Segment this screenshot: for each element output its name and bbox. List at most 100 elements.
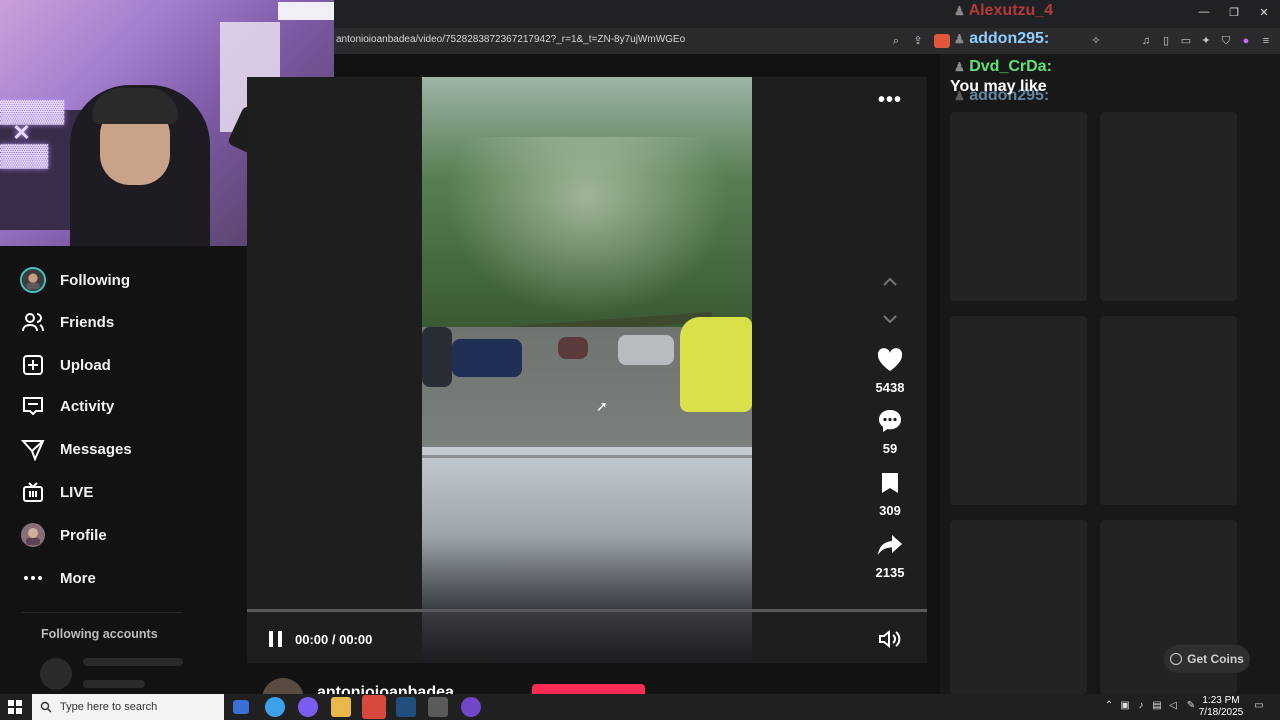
chat-message: ♟ Dvd_CrDa: [954,58,1052,76]
menu-icon[interactable]: ≡ [1258,34,1274,48]
speaker-icon[interactable]: ◁ [1166,700,1180,711]
air-conditioner [278,2,334,20]
heart-icon [876,346,904,374]
copilot-icon[interactable] [265,697,285,717]
video-frame[interactable] [422,77,752,663]
skeleton-line [83,680,145,688]
video-progress-bar[interactable] [247,609,927,612]
save-count: 309 [879,503,901,518]
friends-icon [20,309,46,335]
clock-date: 7/18/2025 [1198,707,1244,718]
sidebar-item-label: Messages [60,440,132,458]
chevron-down-icon [883,315,897,324]
chat-username: Alexutzu_4 [968,2,1054,19]
volume-icon [879,629,901,649]
vpn-icon[interactable]: ⛉ [1218,34,1234,48]
skeleton-avatar [40,658,72,690]
suggested-video-tile[interactable] [950,520,1087,694]
windows-start-icon[interactable] [8,700,22,719]
sidebar-item-messages[interactable]: Messages [20,434,132,464]
search-placeholder: Type here to search [60,701,158,713]
streamer-hat [92,88,178,124]
taskbar-clock[interactable]: 1:23 PM 7/18/2025 [1198,695,1244,719]
comment-icon [876,407,904,435]
more-icon [20,565,46,591]
sidebar-item-following[interactable]: Following [20,265,130,295]
messages-icon [20,436,46,462]
more-options-button[interactable]: ••• [878,90,902,114]
chat-message: ♟ addon295: [954,30,1049,48]
profile-extension-icon[interactable]: ● [1238,34,1254,48]
sidebar-item-live[interactable]: LIVE [20,477,93,507]
extensions-icon[interactable]: ✧ [1088,34,1104,48]
share-count: 2135 [875,565,905,580]
suggested-video-tile[interactable] [950,112,1087,301]
url-text[interactable]: antonioioanbadea/video/75282838723672179… [336,34,685,45]
task-view-icon[interactable] [233,700,249,714]
time-display: 00:00 / 00:00 [295,632,373,647]
profile-avatar-icon [20,522,46,548]
sidebar-item-label: LIVE [60,483,94,501]
following-avatar-icon [20,267,46,293]
get-coins-label: Get Coins [1187,652,1244,666]
share-button[interactable]: 2135 [866,531,914,580]
wallet-icon[interactable]: ▭ [1178,34,1194,48]
pen-icon[interactable]: ✎ [1184,700,1198,711]
user-icon: ♟ [954,60,965,74]
music-icon[interactable]: ♫ [1138,34,1154,48]
steam-icon[interactable] [396,697,416,717]
like-button[interactable]: 5438 [866,346,914,395]
taskbar-search-input[interactable]: Type here to search [32,694,224,720]
network-icon[interactable]: ▤ [1150,700,1164,711]
restore-icon[interactable]: ❐ [1224,6,1244,19]
volume-tray-icon[interactable]: ♪ [1134,700,1148,711]
sidebar-item-label: More [60,569,96,587]
user-icon: ♟ [954,32,965,46]
sidebar-toggle-icon[interactable]: ▯ [1158,34,1174,48]
sidebar-item-label: Activity [60,397,115,415]
chevron-up-icon[interactable]: ⌃ [1102,700,1116,711]
sidebar-item-upload[interactable]: Upload [20,350,111,380]
dashboard [422,447,752,663]
suggested-video-tile[interactable] [950,316,1087,505]
save-button[interactable]: 309 [866,469,914,518]
upload-icon [20,352,46,378]
sidebar-item-friends[interactable]: Friends [20,307,114,337]
app-icon[interactable] [428,697,448,717]
app-icon[interactable] [461,697,481,717]
comment-count: 59 [882,441,898,456]
tray-icon[interactable]: ▣ [1118,700,1132,711]
following-accounts-title: Following accounts [41,627,158,641]
sidebar-item-label: Profile [60,526,107,544]
suggested-video-tile[interactable] [1100,316,1237,505]
volume-button[interactable] [878,629,902,649]
brave-shield-icon[interactable] [934,34,950,48]
sidebar-item-activity[interactable]: Activity [20,391,114,421]
sidebar-item-label: Friends [60,313,115,331]
close-icon[interactable]: ✕ [1254,6,1274,19]
sidebar-item-profile[interactable]: Profile [20,520,107,550]
leo-icon[interactable]: ✦ [1198,34,1214,48]
notification-icon[interactable]: ▭ [1252,700,1266,711]
next-video-button[interactable] [878,310,902,328]
pause-button[interactable] [266,629,286,649]
sidebar-item-label: Following [60,271,130,289]
share-icon[interactable]: ⇪ [910,34,926,48]
suggested-video-tile[interactable] [1100,112,1237,301]
mouse-cursor: ➚ [596,398,608,414]
brave-browser-icon[interactable] [362,695,386,719]
sidebar-item-more[interactable]: More [20,563,96,593]
file-explorer-icon[interactable] [331,697,351,717]
coin-icon [1170,653,1183,665]
clock-time: 1:23 PM [1202,695,1240,706]
comment-button[interactable]: 59 [866,407,914,456]
minimize-icon[interactable]: — [1194,6,1214,18]
yellow-car [680,317,752,412]
sidebar-item-label: Upload [60,356,111,374]
zoom-icon[interactable]: ⌕ [888,34,904,48]
previous-video-button[interactable] [878,273,902,291]
neon-sign: ▓▓▓▓ ✕ ▓▓▓ [0,98,65,167]
app-icon[interactable] [298,697,318,717]
like-count: 5438 [875,380,905,395]
get-coins-button[interactable]: Get Coins [1164,645,1250,673]
